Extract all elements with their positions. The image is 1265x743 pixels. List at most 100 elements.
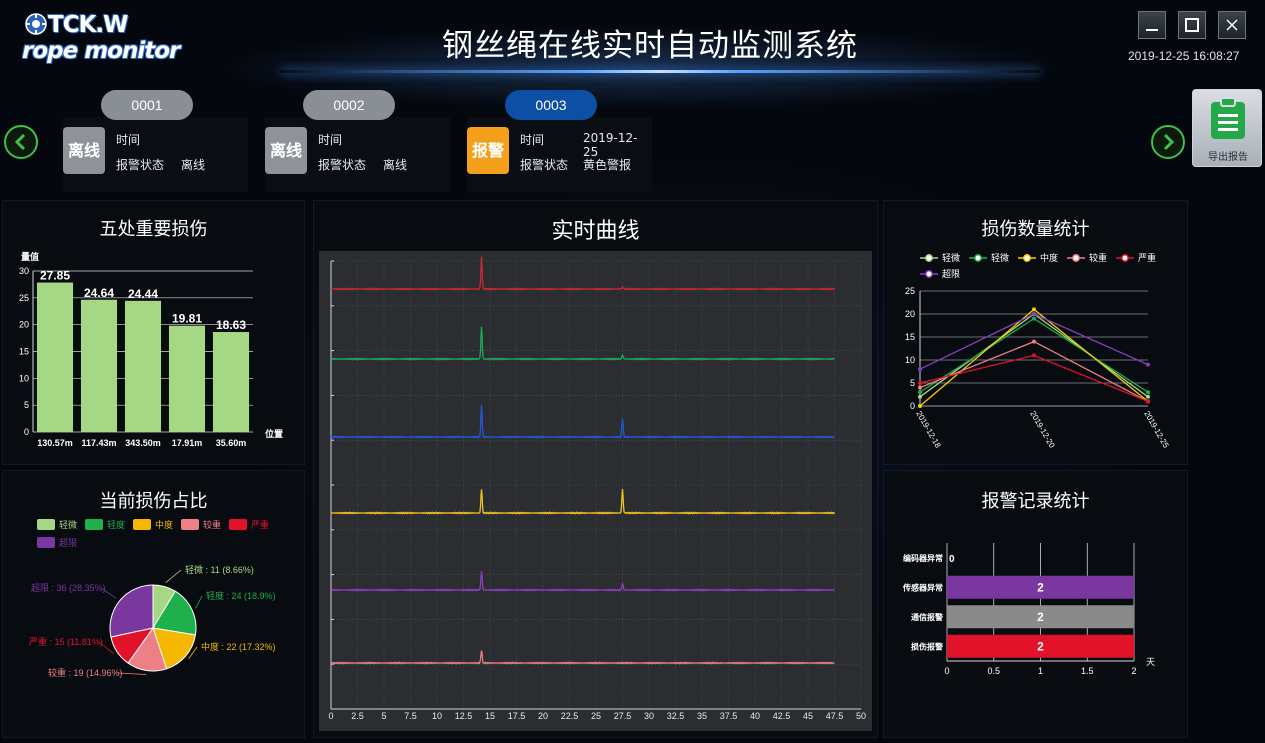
data-point bbox=[1032, 312, 1036, 316]
logo-subtitle: rope monitor bbox=[22, 38, 180, 64]
legend-label: 轻微 bbox=[59, 519, 77, 530]
page-title: 钢丝绳在线实时自动监测系统 bbox=[442, 28, 858, 64]
x-tick-label: 15 bbox=[485, 711, 495, 721]
legend-label: 较重 bbox=[1089, 252, 1107, 263]
x-tick-label: 0 bbox=[944, 666, 949, 676]
alarm-value: 离线 bbox=[181, 158, 206, 172]
data-label: 24.64 bbox=[84, 286, 114, 300]
x-tick-label: 42.5 bbox=[773, 711, 791, 721]
legend-marker bbox=[974, 254, 982, 262]
station-state-badge: 离线 bbox=[265, 127, 307, 174]
data-point bbox=[918, 404, 922, 408]
station-card-0001[interactable]: 离线 时间 报警状态 离线 0001 bbox=[63, 87, 248, 192]
y-tick-label: 15 bbox=[19, 347, 29, 357]
x-tick-label: 1 bbox=[1038, 666, 1043, 676]
data-label: 2 bbox=[1037, 580, 1044, 594]
data-label: 2 bbox=[1037, 639, 1044, 653]
slice-label: 轻微 : 11 (8.66%) bbox=[185, 564, 254, 575]
x-tick-label: 12.5 bbox=[455, 711, 473, 721]
x-axis-label: 天 bbox=[1146, 657, 1155, 667]
alarm-value: 离线 bbox=[383, 158, 408, 172]
data-label: 0 bbox=[949, 554, 955, 565]
export-report-button[interactable]: 导出报告 bbox=[1192, 89, 1262, 167]
x-axis-label: 位置 bbox=[265, 428, 283, 439]
data-point bbox=[1146, 399, 1150, 404]
station-id: 0002 bbox=[303, 90, 395, 120]
y-tick-label: 5 bbox=[24, 400, 29, 410]
damage-count-panel: 损伤数量统计 轻微 轻微 中度 较重 严重 超限 0 5 10 15 20 25 2019-12-18 2… bbox=[883, 200, 1188, 465]
leader-line bbox=[165, 569, 182, 584]
legend-label: 轻度 bbox=[107, 519, 125, 530]
data-point bbox=[1032, 316, 1036, 321]
data-label: 18.63 bbox=[216, 318, 246, 332]
y-tick-label: 5 bbox=[910, 378, 915, 388]
data-point bbox=[1032, 353, 1036, 358]
header: TCK.W rope monitor 钢丝绳在线实时自动监测系统 2019-12… bbox=[0, 0, 1265, 80]
x-tick-label: 0 bbox=[328, 711, 333, 721]
next-button[interactable] bbox=[1151, 125, 1185, 159]
legend-label: 轻微 bbox=[942, 252, 960, 263]
legend-label: 超限 bbox=[942, 268, 960, 279]
y-tick-label: 10 bbox=[19, 373, 29, 383]
chevron-left-icon bbox=[14, 133, 26, 151]
bar bbox=[124, 300, 162, 432]
station-panel: 离线 时间 报警状态 离线 bbox=[63, 117, 248, 192]
panel-title: 当前损伤占比 bbox=[99, 491, 208, 512]
clipboard-icon bbox=[1211, 97, 1245, 139]
slice-label: 轻度 : 24 (18.9%) bbox=[206, 590, 276, 601]
time-label: 时间 bbox=[318, 133, 343, 147]
x-tick-label: 2019-12-25 bbox=[1142, 410, 1171, 450]
time-label: 时间 bbox=[520, 133, 545, 147]
panel-title: 损伤数量统计 bbox=[981, 219, 1090, 240]
realtime-panel: 实时曲线 0 2.5 5 7.5 10 12.5 15 17.5 20 22.5 25 27.5 30 3… bbox=[313, 200, 878, 738]
y-tick-label: 15 bbox=[905, 332, 915, 342]
y-tick-label: 30 bbox=[19, 266, 29, 276]
x-tick-label: 2019-12-20 bbox=[1028, 410, 1057, 450]
x-tick-label: 35.60m bbox=[216, 438, 247, 448]
minimize-button[interactable] bbox=[1138, 11, 1166, 39]
data-point bbox=[1146, 390, 1150, 395]
data-point bbox=[918, 390, 922, 395]
x-tick-label: 2.5 bbox=[351, 711, 364, 721]
x-tick-label: 130.57m bbox=[37, 438, 73, 448]
legend-label: 严重 bbox=[251, 519, 269, 530]
x-tick-label: 5 bbox=[381, 711, 386, 721]
plot-background bbox=[319, 251, 872, 731]
station-panel: 离线 时间 报警状态 离线 bbox=[265, 117, 450, 192]
legend-marker bbox=[1121, 254, 1129, 262]
station-state-badge: 离线 bbox=[63, 127, 105, 174]
x-tick-label: 20 bbox=[538, 711, 548, 721]
logo: TCK.W rope monitor bbox=[22, 10, 182, 68]
maximize-button[interactable] bbox=[1178, 11, 1206, 39]
station-id: 0003 bbox=[505, 90, 597, 120]
data-label: 27.85 bbox=[40, 269, 70, 283]
series-line bbox=[919, 308, 1149, 407]
bar bbox=[80, 299, 118, 432]
station-card-0003[interactable]: 报警 时间 2019-12-25 报警状态 黄色警报 0003 bbox=[467, 87, 652, 192]
x-tick-label: 17.91m bbox=[172, 438, 203, 448]
series-line bbox=[919, 354, 1149, 403]
prev-button[interactable] bbox=[4, 125, 38, 159]
data-label: 24.44 bbox=[128, 287, 158, 301]
close-button[interactable] bbox=[1218, 11, 1246, 39]
title-underline bbox=[280, 70, 1040, 73]
y-tick-label: 0 bbox=[910, 401, 915, 411]
legend-swatch bbox=[37, 519, 55, 530]
legend-swatch bbox=[85, 519, 103, 530]
close-icon bbox=[1226, 19, 1238, 31]
x-tick-label: 50 bbox=[856, 711, 866, 721]
export-label: 导出报告 bbox=[1208, 152, 1248, 163]
x-tick-label: 32.5 bbox=[667, 711, 685, 721]
alarm-value: 黄色警报 bbox=[583, 158, 632, 172]
y-tick-label: 损伤报警 bbox=[911, 641, 943, 651]
y-tick-label: 20 bbox=[905, 309, 915, 319]
chevron-right-icon bbox=[1163, 133, 1175, 151]
x-tick-label: 117.43m bbox=[81, 438, 116, 448]
y-tick-label: 0 bbox=[24, 427, 29, 437]
bar bbox=[212, 332, 250, 432]
x-tick-label: 37.5 bbox=[720, 711, 738, 721]
data-point bbox=[1032, 339, 1036, 344]
x-tick-label: 40 bbox=[750, 711, 760, 721]
x-tick-label: 47.5 bbox=[826, 711, 844, 721]
station-card-0002[interactable]: 离线 时间 报警状态 离线 0002 bbox=[265, 87, 450, 192]
